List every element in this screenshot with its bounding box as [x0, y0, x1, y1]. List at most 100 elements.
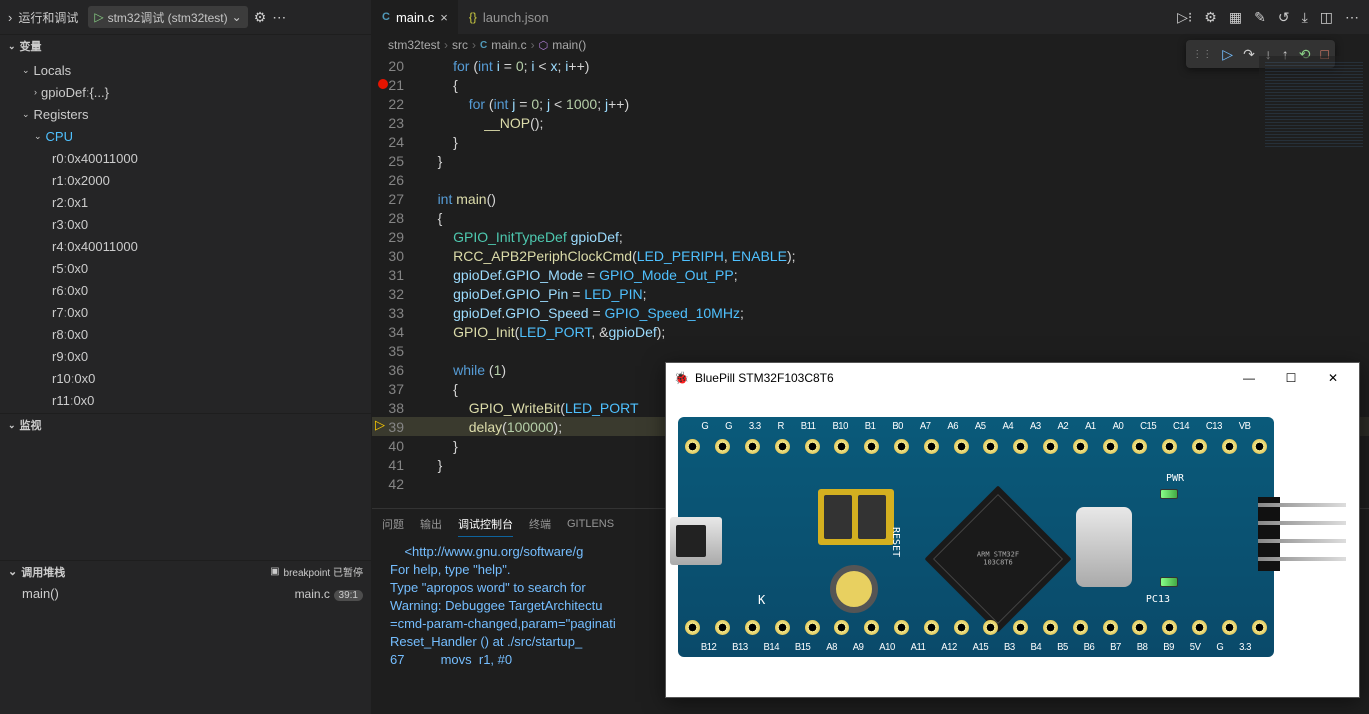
code-line[interactable]: 26: [372, 170, 1369, 189]
tab-launch-json[interactable]: {} launch.json: [459, 0, 560, 34]
editor-tabs: C main.c × {} launch.json ▷⁝ ⚙ ▦ ✎ ↺ ⤓ ◫…: [372, 0, 1369, 34]
code-line[interactable]: 21 {: [372, 75, 1369, 94]
code-line[interactable]: 23 __NOP();: [372, 113, 1369, 132]
chevron-down-icon: ⌄: [22, 109, 30, 120]
chevron-down-icon: ⌄: [34, 131, 42, 142]
reset-button[interactable]: [830, 565, 878, 613]
pin-labels-top: GG3.3RB11B10B1B0A7A6A5A4A3A2A1A0C15C14C1…: [693, 421, 1259, 432]
code-line[interactable]: 34 GPIO_Init(LED_PORT, &gpioDef);: [372, 322, 1369, 341]
locals-header[interactable]: ⌄ Locals: [0, 59, 371, 81]
code-line[interactable]: 35: [372, 341, 1369, 360]
panel-tab-output[interactable]: 输出: [420, 512, 442, 536]
register-row[interactable]: r5: 0x0: [0, 257, 371, 279]
callstack-header[interactable]: ⌄ 调用堆栈 ▣ breakpoint 已暂停: [0, 560, 371, 582]
code-line[interactable]: 29 GPIO_InitTypeDef gpioDef;: [372, 227, 1369, 246]
register-row[interactable]: r2: 0x1: [0, 191, 371, 213]
bluepill-board: GG3.3RB11B10B1B0A7A6A5A4A3A2A1A0C15C14C1…: [678, 403, 1298, 683]
pwr-label: PWR: [1166, 473, 1184, 484]
code-line[interactable]: 30 RCC_APB2PeriphClockCmd(LED_PERIPH, EN…: [372, 246, 1369, 265]
cpu-label: CPU: [46, 129, 73, 144]
pc13-led: [1160, 577, 1178, 587]
pause-icon: ▣: [270, 566, 279, 577]
panel-tab-problems[interactable]: 问题: [382, 512, 404, 536]
variables-title: 变量: [20, 38, 42, 54]
chevron-down-icon: ⌄: [8, 565, 17, 578]
breakpoint-icon[interactable]: [378, 79, 388, 89]
callstack-pos: 39:1: [334, 590, 363, 601]
bluepill-titlebar[interactable]: 🐞 BluePill STM32F103C8T6 — ☐ ✕: [666, 363, 1359, 393]
split-icon[interactable]: ◫: [1320, 9, 1333, 26]
pc13-label: PC13: [1146, 594, 1170, 605]
close-button[interactable]: ✕: [1315, 371, 1351, 385]
bluepill-title: BluePill STM32F103C8T6: [695, 371, 834, 385]
bluepill-window[interactable]: 🐞 BluePill STM32F103C8T6 — ☐ ✕ GG3.3RB11…: [665, 362, 1360, 698]
code-line[interactable]: 22 for (int j = 0; j < 1000; j++): [372, 94, 1369, 113]
callstack-fn: main(): [22, 586, 59, 601]
stm32-chip: ARM STM32F 103C8T6: [924, 485, 1071, 632]
register-row[interactable]: r0: 0x40011000: [0, 147, 371, 169]
registers-label: Registers: [34, 107, 89, 122]
brush-icon[interactable]: ✎: [1254, 9, 1266, 26]
chevron-down-icon: ⌄: [8, 420, 16, 431]
sidebar-title: 运行和调试: [18, 9, 82, 26]
more-icon[interactable]: ⋯: [1345, 9, 1359, 26]
register-row[interactable]: r3: 0x0: [0, 213, 371, 235]
close-icon[interactable]: ×: [440, 10, 448, 25]
boot-jumpers[interactable]: [818, 489, 894, 545]
c-file-icon: C: [382, 11, 390, 23]
chevron-right-icon: ›: [8, 10, 12, 25]
callstack-frame[interactable]: main() main.c 39:1: [0, 582, 371, 604]
panel-tab-terminal[interactable]: 终端: [529, 512, 551, 536]
current-line-icon: ▷: [375, 417, 385, 433]
cpu-header[interactable]: ⌄ CPU: [0, 125, 371, 147]
watch-header[interactable]: ⌄ 监视: [0, 414, 371, 436]
play-icon: ▷: [94, 10, 103, 24]
minimize-button[interactable]: —: [1231, 371, 1267, 385]
locals-label: Locals: [34, 63, 72, 78]
package-icon[interactable]: ▦: [1229, 9, 1242, 26]
tab-label: main.c: [396, 10, 434, 25]
code-line[interactable]: 24 }: [372, 132, 1369, 151]
code-line[interactable]: 31 gpioDef.GPIO_Mode = GPIO_Mode_Out_PP;: [372, 265, 1369, 284]
debug-sidebar: › 运行和调试 ▷ stm32调试 (stm32test) ⌄ ⚙ ⋯ ⌄ 变量…: [0, 0, 372, 714]
debug-run-icon[interactable]: ▷⁝: [1177, 9, 1192, 26]
registers-header[interactable]: ⌄ Registers: [0, 103, 371, 125]
panel-tab-debug-console[interactable]: 调试控制台: [458, 512, 513, 537]
register-row[interactable]: r11: 0x0: [0, 389, 371, 411]
code-line[interactable]: 32 gpioDef.GPIO_Pin = LED_PIN;: [372, 284, 1369, 303]
register-row[interactable]: r4: 0x40011000: [0, 235, 371, 257]
maximize-button[interactable]: ☐: [1273, 371, 1309, 385]
code-line[interactable]: 28 {: [372, 208, 1369, 227]
callstack-title: 调用堆栈: [21, 564, 65, 580]
watch-title: 监视: [20, 417, 42, 433]
code-line[interactable]: 33 gpioDef.GPIO_Speed = GPIO_Speed_10MHz…: [372, 303, 1369, 322]
tab-main-c[interactable]: C main.c ×: [372, 0, 459, 34]
register-row[interactable]: r10: 0x0: [0, 367, 371, 389]
pin-labels-bottom: B12B13B14B15A8A9A10A11A12A15B3B4B5B6B7B8…: [693, 642, 1259, 653]
variable-gpiodef[interactable]: › gpioDef: {...}: [0, 81, 371, 103]
launch-config-selector[interactable]: ▷ stm32调试 (stm32test) ⌄: [88, 6, 247, 28]
register-row[interactable]: r7: 0x0: [0, 301, 371, 323]
history-icon[interactable]: ↺: [1278, 9, 1290, 26]
c-file-icon: C: [480, 40, 487, 51]
download-icon[interactable]: ⤓: [1302, 9, 1308, 26]
register-row[interactable]: r1: 0x2000: [0, 169, 371, 191]
code-line[interactable]: 27 int main(): [372, 189, 1369, 208]
code-line[interactable]: 20 for (int i = 0; i < x; i++): [372, 56, 1369, 75]
register-row[interactable]: r6: 0x0: [0, 279, 371, 301]
chip-text: ARM STM32F 103C8T6: [972, 551, 1024, 566]
register-row[interactable]: r9: 0x0: [0, 345, 371, 367]
gear-icon[interactable]: ⚙: [1204, 9, 1217, 26]
more-icon[interactable]: ⋯: [272, 9, 286, 26]
launch-config-label: stm32调试 (stm32test): [108, 9, 228, 26]
code-line[interactable]: 25 }: [372, 151, 1369, 170]
gear-icon[interactable]: ⚙: [254, 9, 267, 26]
register-row[interactable]: r8: 0x0: [0, 323, 371, 345]
pwr-led: [1160, 489, 1178, 499]
panel-tab-gitlens[interactable]: GITLENS: [567, 514, 614, 534]
k-label: K: [758, 593, 765, 607]
swd-header: [1258, 497, 1348, 571]
chevron-right-icon: ›: [34, 87, 37, 97]
variables-header[interactable]: ⌄ 变量: [0, 35, 371, 57]
bug-icon: 🐞: [674, 371, 689, 385]
